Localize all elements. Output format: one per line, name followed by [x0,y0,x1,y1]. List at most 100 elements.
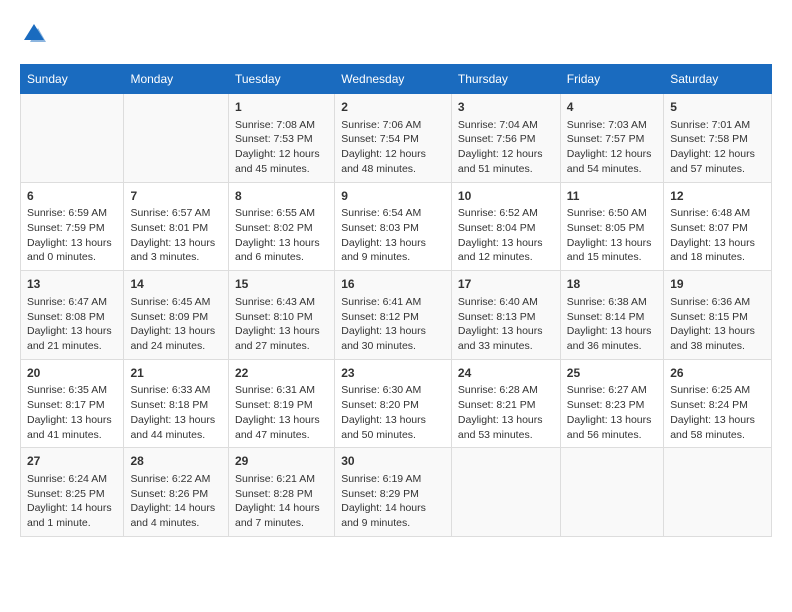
day-number: 3 [458,99,554,116]
cell-content: Sunrise: 6:22 AM Sunset: 8:26 PM Dayligh… [130,472,222,531]
cell-content: Sunrise: 7:03 AM Sunset: 7:57 PM Dayligh… [567,118,657,177]
calendar-cell: 20Sunrise: 6:35 AM Sunset: 8:17 PM Dayli… [21,359,124,448]
cell-content: Sunrise: 7:01 AM Sunset: 7:58 PM Dayligh… [670,118,765,177]
day-number: 4 [567,99,657,116]
header-row: SundayMondayTuesdayWednesdayThursdayFrid… [21,65,772,94]
calendar-cell: 28 Sunrise: 6:22 AM Sunset: 8:26 PM Dayli… [124,448,229,537]
logo-icon [20,20,48,48]
day-number: 24 [458,365,554,382]
day-number: 27 [27,453,117,470]
calendar-cell: 4 Sunrise: 7:03 AM Sunset: 7:57 PM Daylig… [560,94,663,183]
header-cell-friday: Friday [560,65,663,94]
calendar-cell: 3 Sunrise: 7:04 AM Sunset: 7:56 PM Daylig… [451,94,560,183]
calendar-cell [664,448,772,537]
calendar-cell: 17 Sunrise: 6:40 AM Sunset: 8:13 PM Dayli… [451,271,560,360]
week-row: 6Sunrise: 6:59 AM Sunset: 7:59 PM Daylig… [21,182,772,271]
calendar-cell: 12Sunrise: 6:48 AM Sunset: 8:07 PM Dayli… [664,182,772,271]
day-number: 16 [341,276,445,293]
calendar-cell: 27 Sunrise: 6:24 AM Sunset: 8:25 PM Dayli… [21,448,124,537]
cell-content: Sunrise: 6:41 AM Sunset: 8:12 PM Dayligh… [341,295,445,354]
calendar-cell: 10Sunrise: 6:52 AM Sunset: 8:04 PM Dayli… [451,182,560,271]
cell-content: Sunrise: 6:48 AM Sunset: 8:07 PM Dayligh… [670,206,765,265]
week-row: 1Sunrise: 7:08 AM Sunset: 7:53 PM Daylig… [21,94,772,183]
calendar-cell: 14 Sunrise: 6:45 AM Sunset: 8:09 PM Dayli… [124,271,229,360]
day-number: 7 [130,188,222,205]
header-cell-sunday: Sunday [21,65,124,94]
day-number: 21 [130,365,222,382]
calendar-cell: 6Sunrise: 6:59 AM Sunset: 7:59 PM Daylig… [21,182,124,271]
week-row: 27 Sunrise: 6:24 AM Sunset: 8:25 PM Dayli… [21,448,772,537]
header-cell-wednesday: Wednesday [335,65,452,94]
calendar-cell: 16 Sunrise: 6:41 AM Sunset: 8:12 PM Dayli… [335,271,452,360]
cell-content: Sunrise: 6:43 AM Sunset: 8:10 PM Dayligh… [235,295,328,354]
cell-content: Sunrise: 6:28 AM Sunset: 8:21 PM Dayligh… [458,383,554,442]
cell-content: Sunrise: 6:19 AM Sunset: 8:29 PM Dayligh… [341,472,445,531]
calendar-cell [124,94,229,183]
day-number: 12 [670,188,765,205]
day-number: 22 [235,365,328,382]
calendar-cell: 1Sunrise: 7:08 AM Sunset: 7:53 PM Daylig… [229,94,335,183]
cell-content: Sunrise: 6:50 AM Sunset: 8:05 PM Dayligh… [567,206,657,265]
calendar-cell [560,448,663,537]
day-number: 26 [670,365,765,382]
page-header [20,20,772,48]
cell-content: Sunrise: 6:24 AM Sunset: 8:25 PM Dayligh… [27,472,117,531]
calendar-cell: 18Sunrise: 6:38 AM Sunset: 8:14 PM Dayli… [560,271,663,360]
cell-content: Sunrise: 6:30 AM Sunset: 8:20 PM Dayligh… [341,383,445,442]
day-number: 28 [130,453,222,470]
calendar-cell: 30 Sunrise: 6:19 AM Sunset: 8:29 PM Dayli… [335,448,452,537]
calendar-cell: 29 Sunrise: 6:21 AM Sunset: 8:28 PM Dayli… [229,448,335,537]
day-number: 30 [341,453,445,470]
calendar-cell: 25Sunrise: 6:27 AM Sunset: 8:23 PM Dayli… [560,359,663,448]
header-cell-saturday: Saturday [664,65,772,94]
calendar-cell: 19 Sunrise: 6:36 AM Sunset: 8:15 PM Dayli… [664,271,772,360]
cell-content: Sunrise: 6:25 AM Sunset: 8:24 PM Dayligh… [670,383,765,442]
calendar-cell: 21Sunrise: 6:33 AM Sunset: 8:18 PM Dayli… [124,359,229,448]
day-number: 23 [341,365,445,382]
cell-content: Sunrise: 6:31 AM Sunset: 8:19 PM Dayligh… [235,383,328,442]
calendar-cell: 13 Sunrise: 6:47 AM Sunset: 8:08 PM Dayli… [21,271,124,360]
header-cell-tuesday: Tuesday [229,65,335,94]
day-number: 9 [341,188,445,205]
calendar-cell: 15 Sunrise: 6:43 AM Sunset: 8:10 PM Dayli… [229,271,335,360]
cell-content: Sunrise: 6:33 AM Sunset: 8:18 PM Dayligh… [130,383,222,442]
calendar-table: SundayMondayTuesdayWednesdayThursdayFrid… [20,64,772,537]
day-number: 11 [567,188,657,205]
day-number: 19 [670,276,765,293]
day-number: 8 [235,188,328,205]
cell-content: Sunrise: 6:47 AM Sunset: 8:08 PM Dayligh… [27,295,117,354]
cell-content: Sunrise: 6:55 AM Sunset: 8:02 PM Dayligh… [235,206,328,265]
cell-content: Sunrise: 6:45 AM Sunset: 8:09 PM Dayligh… [130,295,222,354]
cell-content: Sunrise: 6:36 AM Sunset: 8:15 PM Dayligh… [670,295,765,354]
calendar-cell: 5 Sunrise: 7:01 AM Sunset: 7:58 PM Daylig… [664,94,772,183]
cell-content: Sunrise: 6:35 AM Sunset: 8:17 PM Dayligh… [27,383,117,442]
calendar-cell: 9Sunrise: 6:54 AM Sunset: 8:03 PM Daylig… [335,182,452,271]
day-number: 13 [27,276,117,293]
calendar-body: 1Sunrise: 7:08 AM Sunset: 7:53 PM Daylig… [21,94,772,537]
header-cell-thursday: Thursday [451,65,560,94]
day-number: 20 [27,365,117,382]
day-number: 14 [130,276,222,293]
day-number: 15 [235,276,328,293]
day-number: 17 [458,276,554,293]
day-number: 25 [567,365,657,382]
calendar-cell: 8Sunrise: 6:55 AM Sunset: 8:02 PM Daylig… [229,182,335,271]
calendar-cell: 11Sunrise: 6:50 AM Sunset: 8:05 PM Dayli… [560,182,663,271]
cell-content: Sunrise: 6:52 AM Sunset: 8:04 PM Dayligh… [458,206,554,265]
cell-content: Sunrise: 6:57 AM Sunset: 8:01 PM Dayligh… [130,206,222,265]
day-number: 6 [27,188,117,205]
cell-content: Sunrise: 6:54 AM Sunset: 8:03 PM Dayligh… [341,206,445,265]
day-number: 10 [458,188,554,205]
calendar-cell: 22Sunrise: 6:31 AM Sunset: 8:19 PM Dayli… [229,359,335,448]
cell-content: Sunrise: 6:40 AM Sunset: 8:13 PM Dayligh… [458,295,554,354]
calendar-cell: 2Sunrise: 7:06 AM Sunset: 7:54 PM Daylig… [335,94,452,183]
cell-content: Sunrise: 6:21 AM Sunset: 8:28 PM Dayligh… [235,472,328,531]
day-number: 29 [235,453,328,470]
calendar-cell [21,94,124,183]
logo [20,20,52,48]
cell-content: Sunrise: 7:08 AM Sunset: 7:53 PM Dayligh… [235,118,328,177]
week-row: 20Sunrise: 6:35 AM Sunset: 8:17 PM Dayli… [21,359,772,448]
cell-content: Sunrise: 6:59 AM Sunset: 7:59 PM Dayligh… [27,206,117,265]
day-number: 5 [670,99,765,116]
cell-content: Sunrise: 7:04 AM Sunset: 7:56 PM Dayligh… [458,118,554,177]
